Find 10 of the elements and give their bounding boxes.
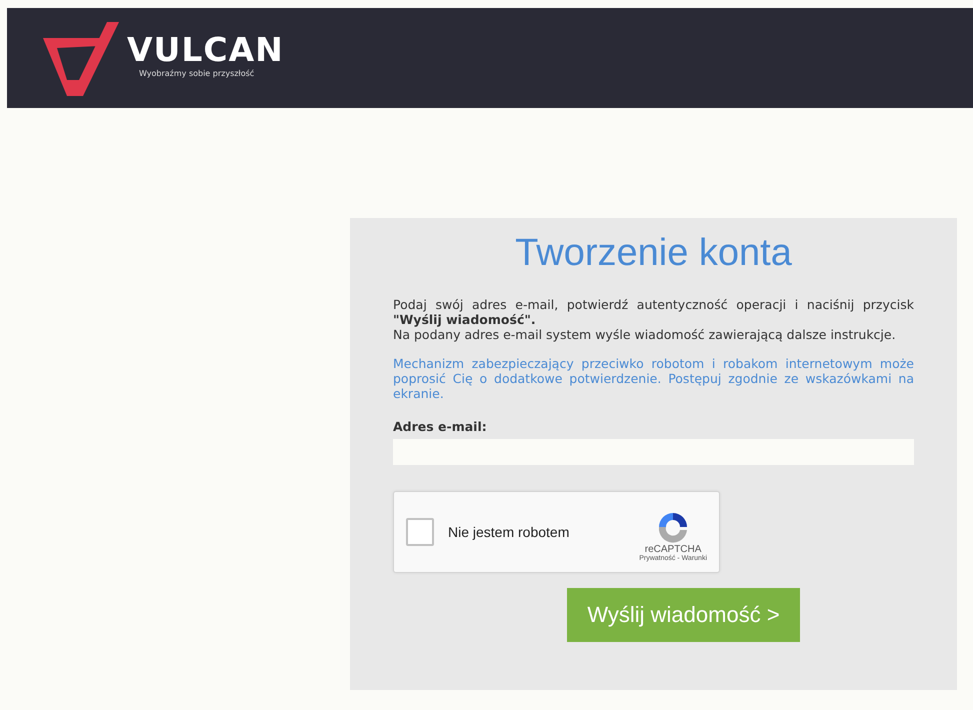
recaptcha-brand: reCAPTCHA: [644, 544, 702, 555]
form-title: Tworzenie konta: [514, 232, 793, 275]
brand-name: VULCAN: [127, 32, 284, 66]
notice-text: Mechanizm zabezpieczający przeciwko robotom i robakom internetowym może poprosić Cię o dodatkowe potwierdzenie. Postępuj zgodnie ze wskazówkami na ekranie.: [393, 356, 914, 401]
instruction-text: Na podany adres e-mail system wyśle wiadomość zawierającą dalsze instrukcje.: [393, 327, 897, 342]
captcha-checkbox[interactable]: [406, 518, 434, 546]
brand-tagline: Wyobraźmy sobie przyszłość: [139, 68, 256, 78]
instruction-text: Podaj swój adres e-mail, potwierdź autentyczność operacji i naciśnij przycisk "Wyślij wiadomość".: [393, 297, 914, 327]
email-label: Adres e-mail:: [393, 419, 488, 434]
captcha-label: Nie jestem robotem: [448, 524, 570, 540]
